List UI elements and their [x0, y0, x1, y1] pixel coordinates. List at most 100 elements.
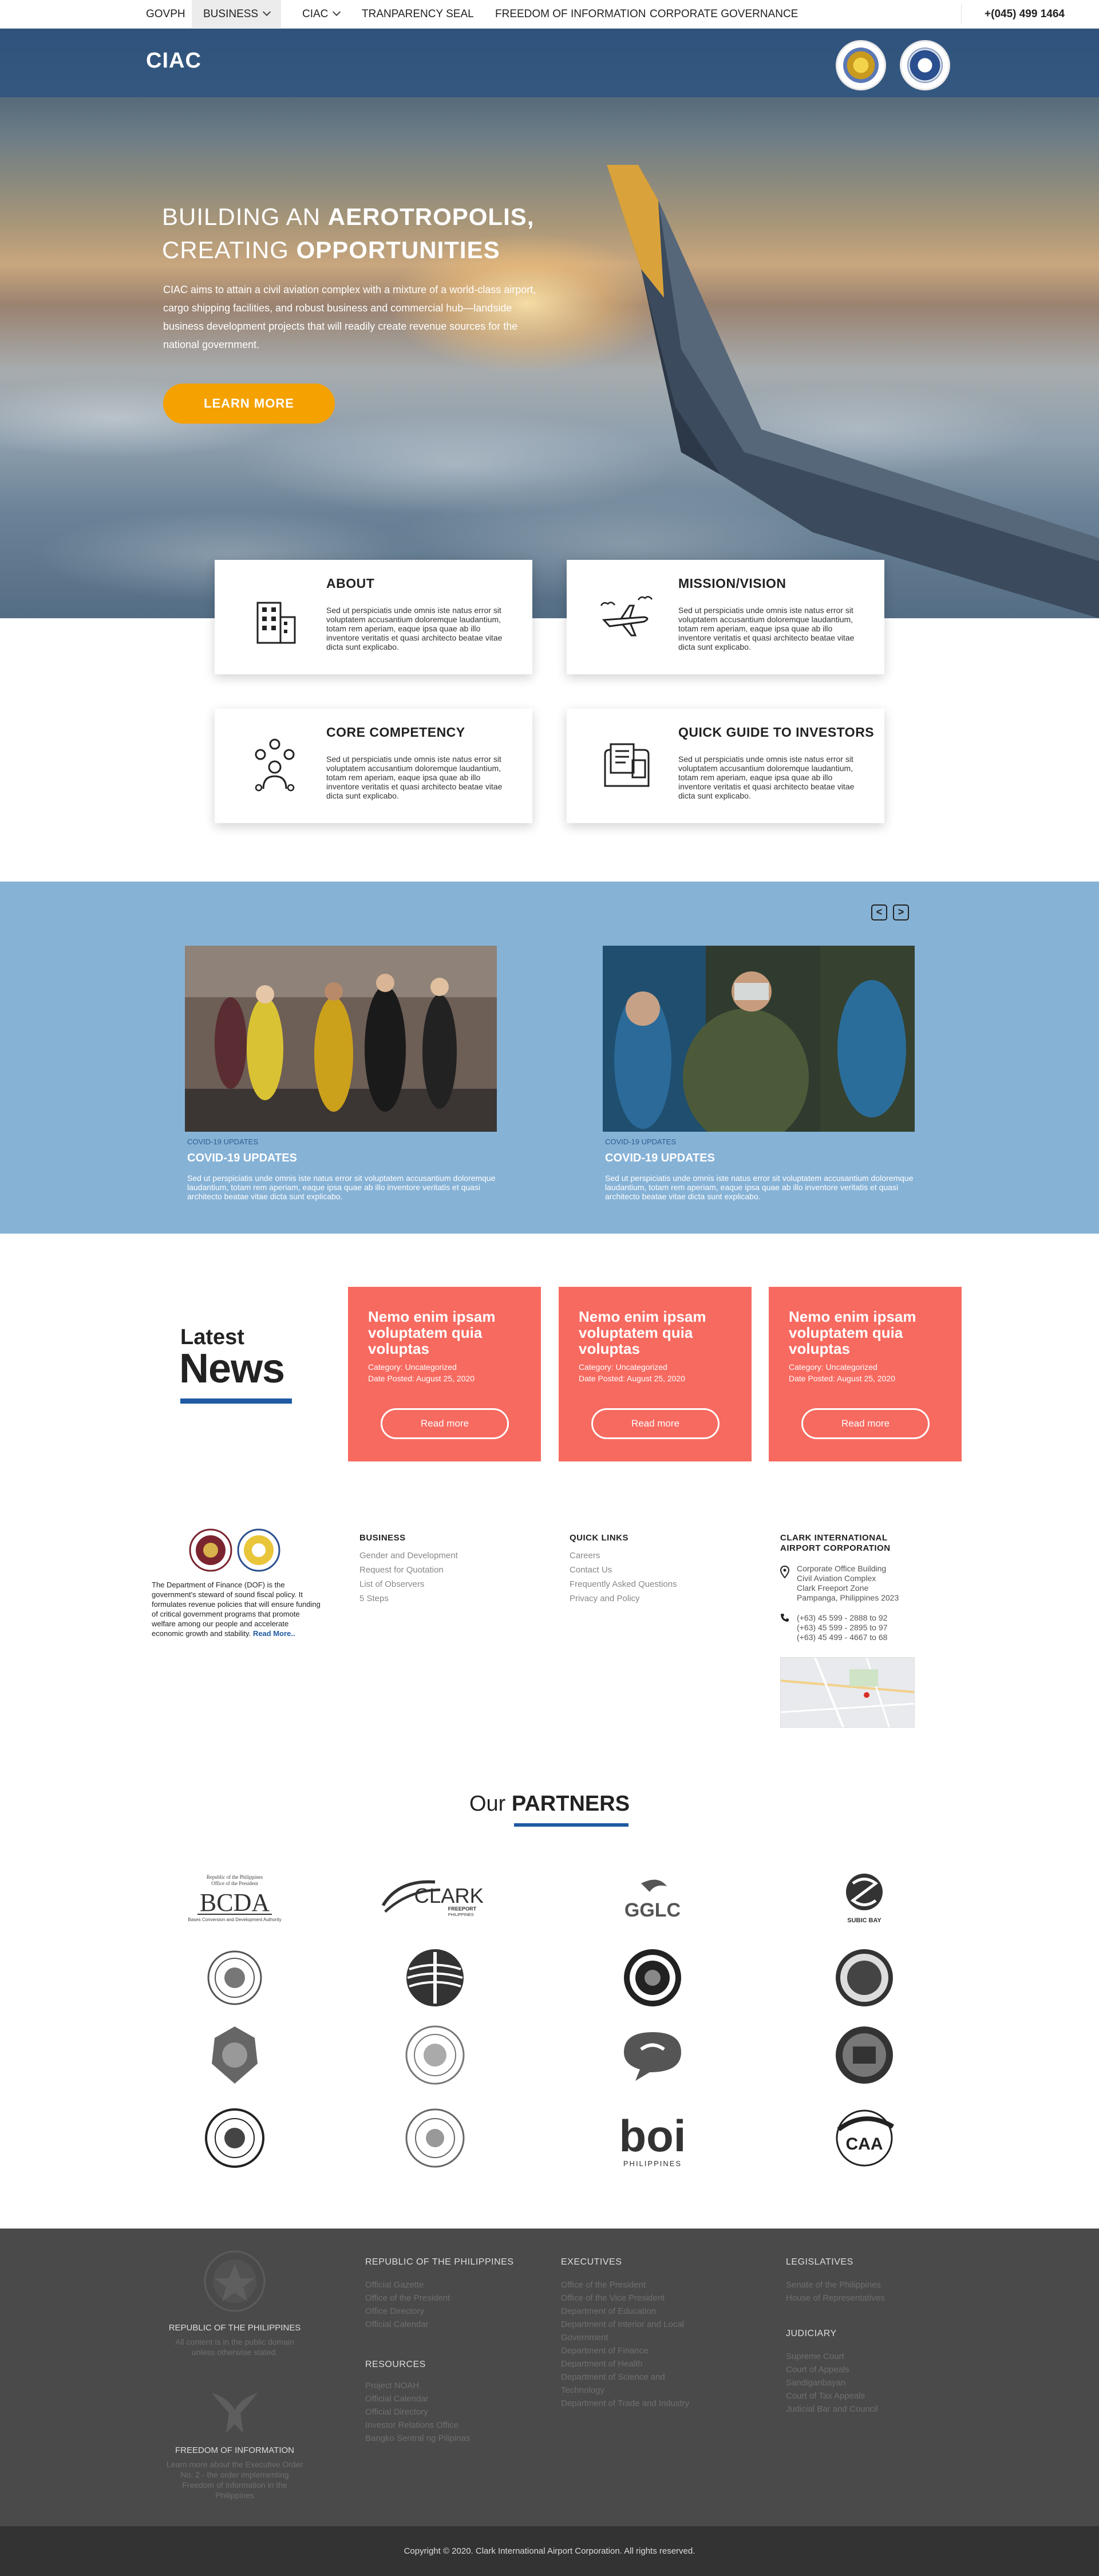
footer-link[interactable]: Office Directory	[365, 2305, 450, 2318]
contact-phone[interactable]: (+63) 45 499 - 4667 to 68	[797, 1633, 887, 1642]
footer-resources-links: Project NOAH Official Calendar Official …	[365, 2379, 470, 2445]
slide-title[interactable]: COVID-19 UPDATES	[187, 1152, 297, 1165]
nav-govph[interactable]: GOVPH	[135, 0, 197, 29]
footer-foi-title[interactable]: FREEDOM OF INFORMATION	[166, 2445, 303, 2455]
nav-ciac[interactable]: CIAC	[291, 0, 351, 29]
crowd-photo	[185, 946, 497, 1132]
bcda-logo[interactable]: Republic of the Philippines Office of th…	[177, 1866, 292, 1929]
partner-seal-8-logo[interactable]	[378, 2107, 492, 2170]
partner-seal-3-logo[interactable]	[595, 1946, 710, 2009]
clark-freeport-logo[interactable]: CLARK FREEPORT PHILIPPINES	[378, 1866, 492, 1929]
footer-link[interactable]: Sandiganbayan	[786, 2376, 878, 2389]
footer-link[interactable]: Department of Health	[561, 2357, 689, 2370]
news-card[interactable]: Nemo enim ipsam voluptatem quia voluptas…	[769, 1287, 962, 1461]
phone-number[interactable]: +(045) 499 1464	[985, 0, 1065, 29]
business-link[interactable]: List of Observers	[359, 1577, 458, 1591]
partners-underline	[514, 1823, 628, 1827]
slide-title[interactable]: COVID-19 UPDATES	[605, 1152, 715, 1165]
quicklink[interactable]: Contact Us	[570, 1563, 677, 1577]
partner-seal-2-logo[interactable]	[378, 1946, 492, 2009]
news-card[interactable]: Nemo enim ipsam voluptatem quia voluptas…	[348, 1287, 541, 1461]
footer-link[interactable]: Official Directory	[365, 2405, 470, 2419]
footer-link[interactable]: Investor Relations Office	[365, 2419, 470, 2432]
mission-vision-card[interactable]: MISSION/VISION Sed ut perspiciatis unde …	[567, 560, 884, 674]
nav-transparency-seal[interactable]: TRANPARENCY SEAL	[350, 0, 485, 29]
nav-corporate-governance[interactable]: CORPORATE GOVERNANCE	[638, 0, 809, 29]
ciac-seal-icon[interactable]	[900, 40, 950, 90]
hero-title: BUILDING AN AEROTROPOLIS, CREATING OPPOR…	[162, 200, 534, 267]
quicklinks-heading: QUICK LINKS	[570, 1533, 628, 1543]
clark-logo-country: PHILIPPINES	[448, 1912, 474, 1917]
gglc-logo[interactable]: GGLC	[595, 1866, 710, 1929]
footer-link[interactable]: Project NOAH	[365, 2379, 470, 2392]
slider-next-button[interactable]: >	[893, 904, 909, 920]
read-more-button[interactable]: Read more	[591, 1408, 720, 1439]
about-card[interactable]: ABOUT Sed ut perspiciatis unde omnis ist…	[215, 560, 532, 674]
news-card-title[interactable]: Nemo enim ipsam voluptatem quia voluptas	[789, 1309, 955, 1357]
dof-seal-icon[interactable]	[189, 1528, 232, 1572]
footer-link[interactable]: Official Calendar	[365, 2318, 450, 2331]
bir-seal-icon[interactable]	[237, 1528, 280, 1572]
contact-phone[interactable]: (+63) 45 599 - 2888 to 92	[797, 1613, 887, 1623]
read-more-button[interactable]: Read more	[381, 1408, 509, 1439]
top-navigation: GOVPH BUSINESS CIAC TRANPARENCY SEAL FRE…	[0, 0, 1099, 29]
partner-seal-7-logo[interactable]	[177, 2107, 292, 2170]
footer-link[interactable]: Office of the President	[561, 2278, 689, 2291]
footer-link[interactable]: Official Gazette	[365, 2278, 450, 2291]
footer-link[interactable]: Supreme Court	[786, 2350, 878, 2363]
slide-category[interactable]: COVID-19 UPDATES	[187, 1137, 258, 1146]
dof-read-more-link[interactable]: Read More..	[253, 1629, 295, 1638]
quicklink[interactable]: Privacy and Policy	[570, 1591, 677, 1606]
boi-logo[interactable]: boi PHILIPPINES	[595, 2107, 710, 2170]
location-map[interactable]	[780, 1657, 915, 1728]
building-icon	[256, 602, 296, 644]
slide-image-airport-crowd[interactable]	[185, 946, 497, 1132]
news-card-title[interactable]: Nemo enim ipsam voluptatem quia voluptas	[368, 1309, 534, 1357]
partner-badge-logo[interactable]	[177, 2024, 292, 2087]
footer-link[interactable]: Office of the Vice President	[561, 2291, 689, 2305]
partner-seal-6-logo[interactable]	[807, 2024, 922, 2087]
partner-seal-4-logo[interactable]	[807, 1946, 922, 2009]
slide-category[interactable]: COVID-19 UPDATES	[605, 1137, 676, 1146]
quicklink[interactable]: Careers	[570, 1548, 677, 1563]
news-card-date: Date Posted: August 25, 2020	[789, 1374, 896, 1383]
footer-link[interactable]: Official Calendar	[365, 2392, 470, 2405]
footer-link[interactable]: Technology	[561, 2384, 689, 2397]
subic-bay-logo[interactable]: SUBIC BAY	[807, 1866, 922, 1929]
core-competency-card[interactable]: CORE COMPETENCY Sed ut perspiciatis unde…	[215, 709, 532, 823]
business-link[interactable]: Gender and Development	[359, 1548, 458, 1563]
slide-image-temperature-check[interactable]	[603, 946, 915, 1132]
quicklink[interactable]: Frequently Asked Questions	[570, 1577, 677, 1591]
footer-link[interactable]: Department of Science and	[561, 2370, 689, 2384]
nav-business[interactable]: BUSINESS	[192, 0, 282, 29]
gglc-logo-text: GGLC	[624, 1899, 681, 1921]
read-more-button[interactable]: Read more	[801, 1408, 930, 1439]
nav-foi[interactable]: FREEDOM OF INFORMATION	[484, 0, 658, 29]
footer-link[interactable]: Bangko Sentral ng Pilipinas	[365, 2432, 470, 2445]
slider-prev-button[interactable]: <	[871, 904, 887, 920]
contact-phone[interactable]: (+63) 45 599 - 2895 to 97	[797, 1623, 887, 1633]
learn-more-button[interactable]: LEARN MORE	[163, 384, 335, 424]
partner-seal-5-logo[interactable]	[378, 2024, 492, 2087]
footer-link[interactable]: House of Representatives	[786, 2291, 885, 2305]
footer-link[interactable]: Department of Interior and Local	[561, 2318, 689, 2331]
site-logo[interactable]: CIAC	[146, 49, 201, 73]
footer-link[interactable]: Court of Tax Appeals	[786, 2389, 878, 2403]
partner-speech-logo[interactable]	[595, 2024, 710, 2087]
presidential-seal-icon[interactable]	[836, 40, 886, 90]
footer-link[interactable]: Office of the President	[365, 2291, 450, 2305]
partner-seal-1-logo[interactable]	[177, 1946, 292, 2009]
footer-link[interactable]: Senate of the Philippines	[786, 2278, 885, 2291]
investor-guide-card[interactable]: QUICK GUIDE TO INVESTORS Sed ut perspici…	[567, 709, 884, 823]
business-link[interactable]: 5 Steps	[359, 1591, 458, 1606]
footer-link[interactable]: Department of Education	[561, 2305, 689, 2318]
footer-link[interactable]: Government	[561, 2331, 689, 2344]
business-link[interactable]: Request for Quotation	[359, 1563, 458, 1577]
footer-link[interactable]: Department of Finance	[561, 2344, 689, 2357]
footer-link[interactable]: Department of Trade and Industry	[561, 2397, 689, 2410]
footer-link[interactable]: Judicial Bar and Council	[786, 2403, 878, 2416]
footer-link[interactable]: Court of Appeals	[786, 2363, 878, 2376]
news-card-title[interactable]: Nemo enim ipsam voluptatem quia voluptas	[579, 1309, 745, 1357]
news-card[interactable]: Nemo enim ipsam voluptatem quia voluptas…	[559, 1287, 752, 1461]
caa-logo[interactable]: CAA	[807, 2107, 922, 2170]
